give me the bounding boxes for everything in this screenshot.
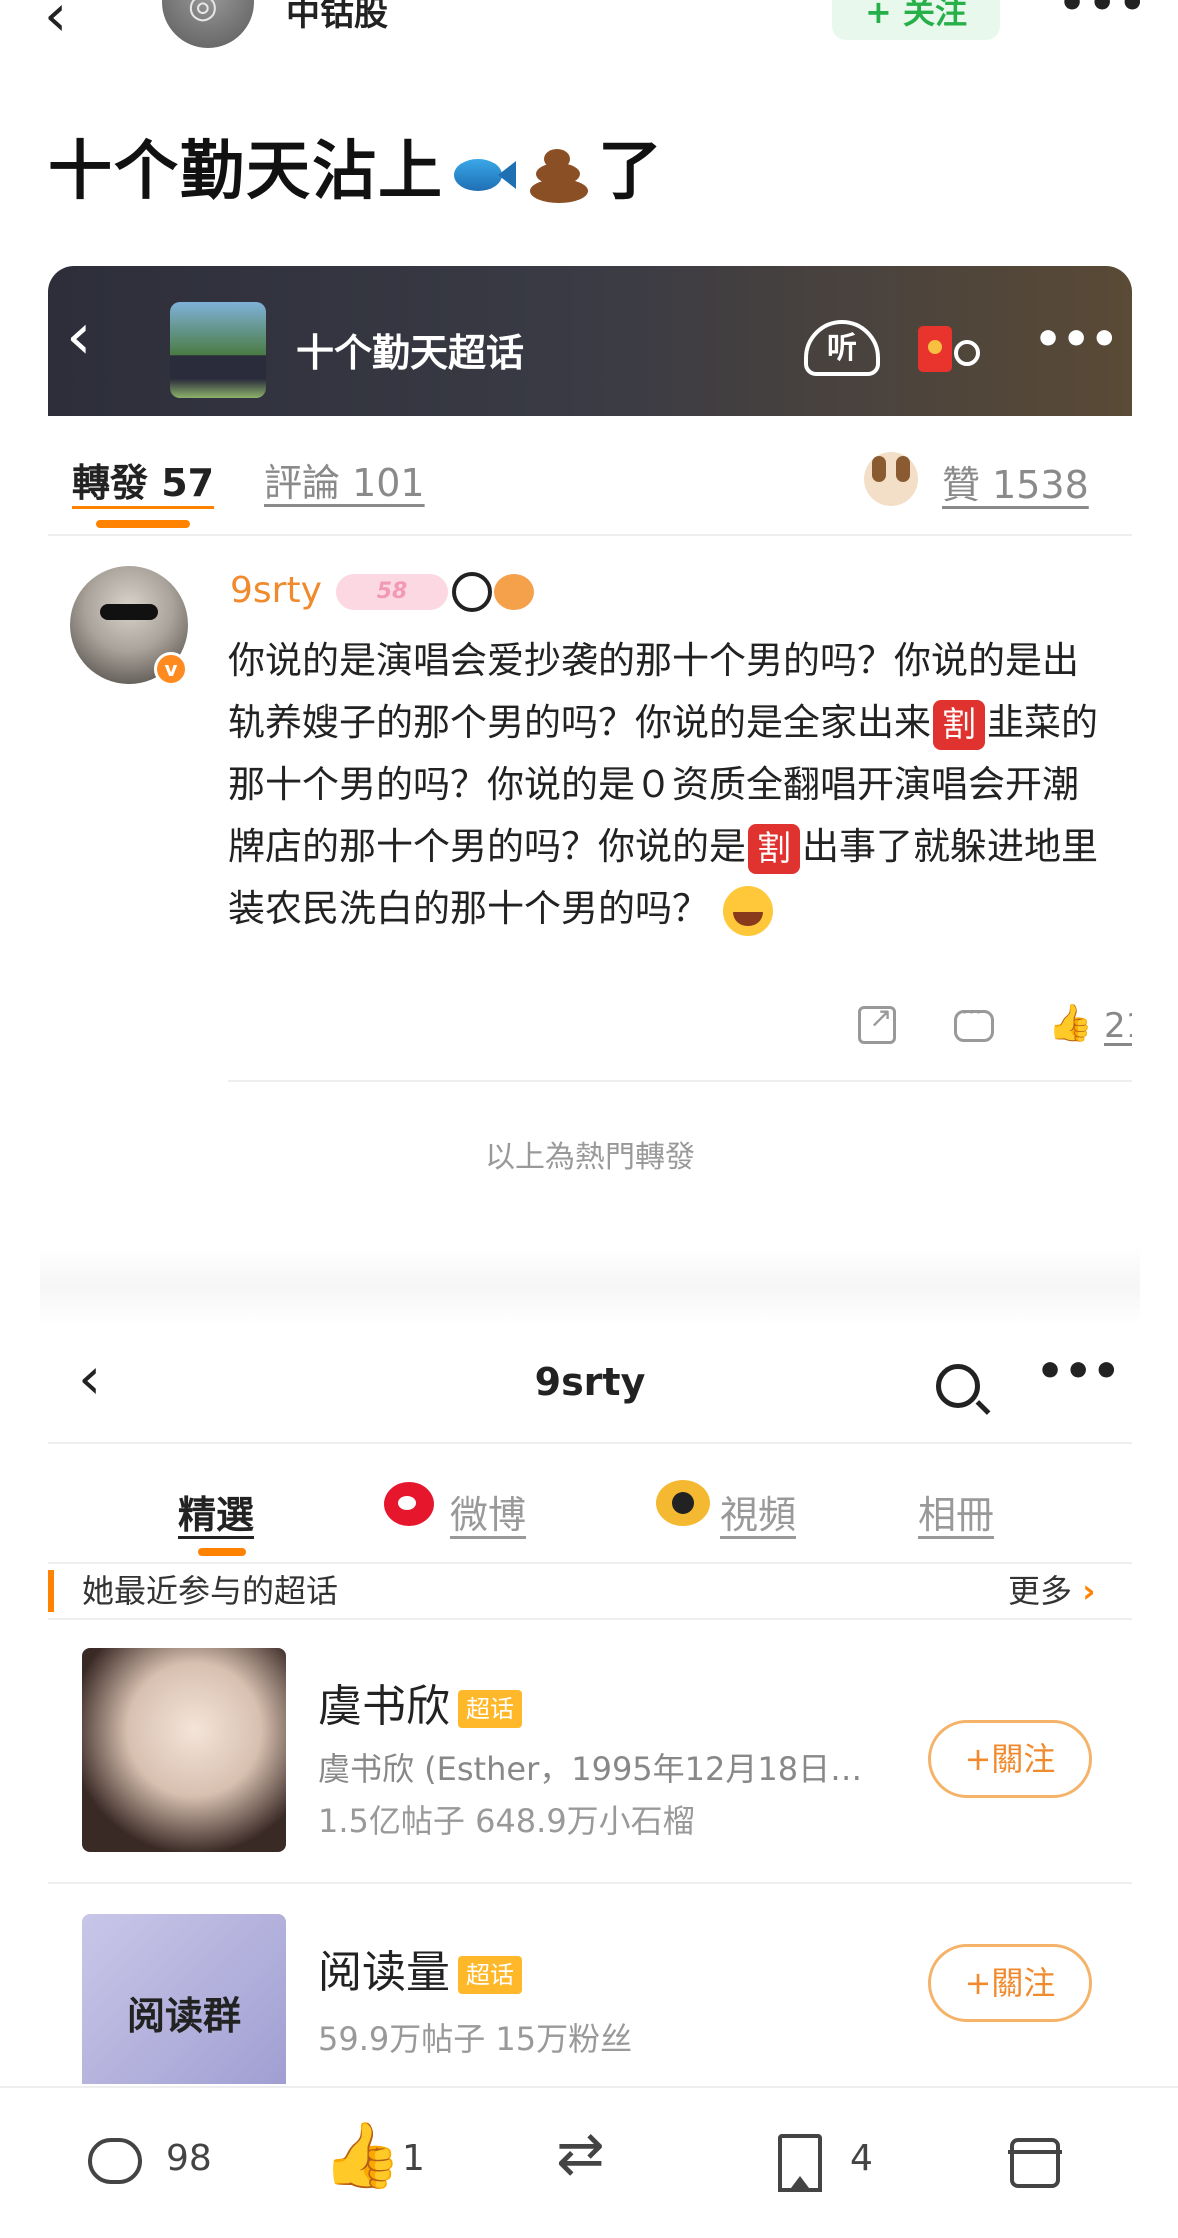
repost-icon[interactable]: ⇄	[556, 2124, 605, 2182]
divider	[228, 1080, 1132, 1082]
like-icon[interactable]: 👍	[322, 2124, 402, 2188]
divider	[48, 1562, 1132, 1564]
fish-emoji-icon	[448, 153, 518, 197]
video-icon	[656, 1480, 710, 1526]
weibo-icon	[384, 1482, 434, 1526]
author-avatar[interactable]	[162, 0, 254, 48]
level-badge: 58	[336, 574, 448, 610]
tab-repost[interactable]: 轉發 57	[72, 452, 214, 507]
like-count: 21	[1104, 1006, 1132, 1046]
topic-name: 阅读量 超话	[318, 1936, 522, 2000]
more-icon[interactable]: •••	[1034, 314, 1118, 365]
hot-repost-note: 以上為熱門轉發	[485, 1140, 695, 1175]
tab-albums[interactable]: 相冊	[918, 1484, 994, 1539]
tab-featured[interactable]: 精選	[178, 1484, 254, 1539]
topic-screenshot: ‹ 十个勤天超话 听 ••• 轉發 57 評論 101 贊 1538 v 9sr…	[48, 266, 1132, 1246]
like-count[interactable]: 1	[402, 2138, 425, 2179]
listen-icon[interactable]: 听	[804, 320, 880, 376]
blurred-divider	[40, 1246, 1140, 1326]
divider	[48, 1882, 1132, 1884]
active-tab-indicator	[96, 520, 190, 528]
author-name[interactable]: 中钴股	[286, 0, 388, 35]
favorite-count[interactable]: 4	[850, 2138, 873, 2179]
tab-likes[interactable]: 贊 1538	[942, 454, 1089, 509]
gift-icon[interactable]	[1008, 2138, 1062, 2188]
post-title: 十个勤天沾上 了	[48, 120, 664, 212]
cut-emoji-icon: 割	[933, 699, 985, 750]
panda-badge-icon	[452, 572, 492, 612]
more-icon[interactable]: •••	[1058, 0, 1148, 29]
laugh-emoji-icon	[723, 885, 773, 936]
comment-icon[interactable]	[88, 2138, 142, 2184]
tab-weibo[interactable]: 微博	[450, 1484, 526, 1539]
favorite-icon[interactable]	[778, 2134, 822, 2192]
comment-count[interactable]: 98	[166, 2138, 212, 2179]
topic-stats: 59.9万帖子 15万粉丝	[318, 2020, 633, 2058]
topic-thumbnail	[82, 1648, 286, 1852]
topic-thumbnail: 阅读群	[82, 1914, 286, 2084]
verified-icon: v	[154, 652, 188, 686]
topic-stats: 1.5亿帖子 648.9万小石榴	[318, 1802, 695, 1840]
repost-panel: 轉發 57 評論 101 贊 1538 v 9srty 58 你说的是演唱会爱抄…	[48, 416, 1132, 1246]
red-packet-icon[interactable]	[918, 326, 952, 372]
search-icon[interactable]	[936, 1364, 980, 1408]
back-icon[interactable]: ‹	[44, 0, 67, 44]
active-tab-indicator	[198, 1548, 246, 1556]
tab-videos[interactable]: 視頻	[720, 1484, 796, 1539]
topic-thumbnail[interactable]	[170, 302, 266, 398]
topic-name: 虞书欣 超话	[318, 1670, 522, 1734]
cut-emoji-icon: 割	[748, 823, 800, 874]
list-item[interactable]: 虞书欣 超话 虞书欣 (Esther，1995年12月18日… 1.5亿帖子 64…	[48, 1620, 1132, 1852]
repost-tabs: 轉發 57 評論 101 贊 1538	[48, 416, 1132, 536]
repost-actions: 👍 21	[808, 1001, 1132, 1052]
dog-like-icon	[864, 452, 918, 506]
follow-topic-button[interactable]: +關注	[928, 1944, 1092, 2022]
search-icon[interactable]	[954, 340, 980, 366]
section-more-link[interactable]: 更多 ›	[1008, 1566, 1095, 1612]
divider	[48, 1442, 1132, 1444]
chevron-right-icon: ›	[1082, 1572, 1096, 1610]
like-icon[interactable]: 👍	[1048, 1002, 1093, 1044]
fish-badge-icon	[494, 574, 534, 610]
profile-screenshot: ‹ 9srty ••• 精選 微博 視頻 相冊 她最近参与的超话 更多 › 虞书…	[48, 1326, 1132, 2084]
back-icon[interactable]: ‹	[66, 300, 92, 374]
section-accent-bar	[48, 1570, 54, 1612]
section-more-label: 更多	[1008, 1572, 1073, 1610]
topic-description: 虞书欣 (Esther，1995年12月18日…	[318, 1750, 863, 1788]
supertopic-tag: 超话	[458, 1956, 522, 1994]
repost-text: 你说的是演唱会爱抄袭的那十个男的吗？你说的是出轨养嫂子的那个男的吗？你说的是全家…	[228, 630, 1108, 940]
follow-button[interactable]: + 关注	[832, 0, 1000, 40]
supertopic-tag: 超话	[458, 1690, 522, 1728]
more-icon[interactable]: •••	[1036, 1346, 1120, 1397]
post-title-suffix: 了	[598, 135, 664, 209]
comment-icon[interactable]	[954, 1001, 994, 1042]
top-nav: ‹ 中钴股 + 关注 •••	[0, 0, 1178, 48]
follow-topic-button[interactable]: +關注	[928, 1720, 1092, 1798]
post-title-text: 十个勤天沾上	[48, 135, 444, 209]
share-icon[interactable]	[858, 1001, 896, 1044]
section-title: 她最近参与的超话	[82, 1572, 339, 1610]
bottom-toolbar: 98 👍 1 ⇄ 4	[0, 2086, 1178, 2238]
topic-name-text: 阅读量	[318, 1947, 450, 1998]
topic-header: ‹ 十个勤天超话 听 •••	[48, 266, 1132, 416]
user-badges: 58	[336, 572, 534, 612]
topic-name-text: 虞书欣	[318, 1681, 450, 1732]
repost-username[interactable]: 9srty	[230, 570, 322, 611]
tab-comment[interactable]: 評論 101	[264, 452, 425, 507]
poop-emoji-icon	[528, 145, 592, 205]
topic-title: 十个勤天超话	[296, 331, 525, 375]
list-item[interactable]: 阅读群 阅读量 超话 59.9万帖子 15万粉丝 +關注	[48, 1886, 1132, 2084]
